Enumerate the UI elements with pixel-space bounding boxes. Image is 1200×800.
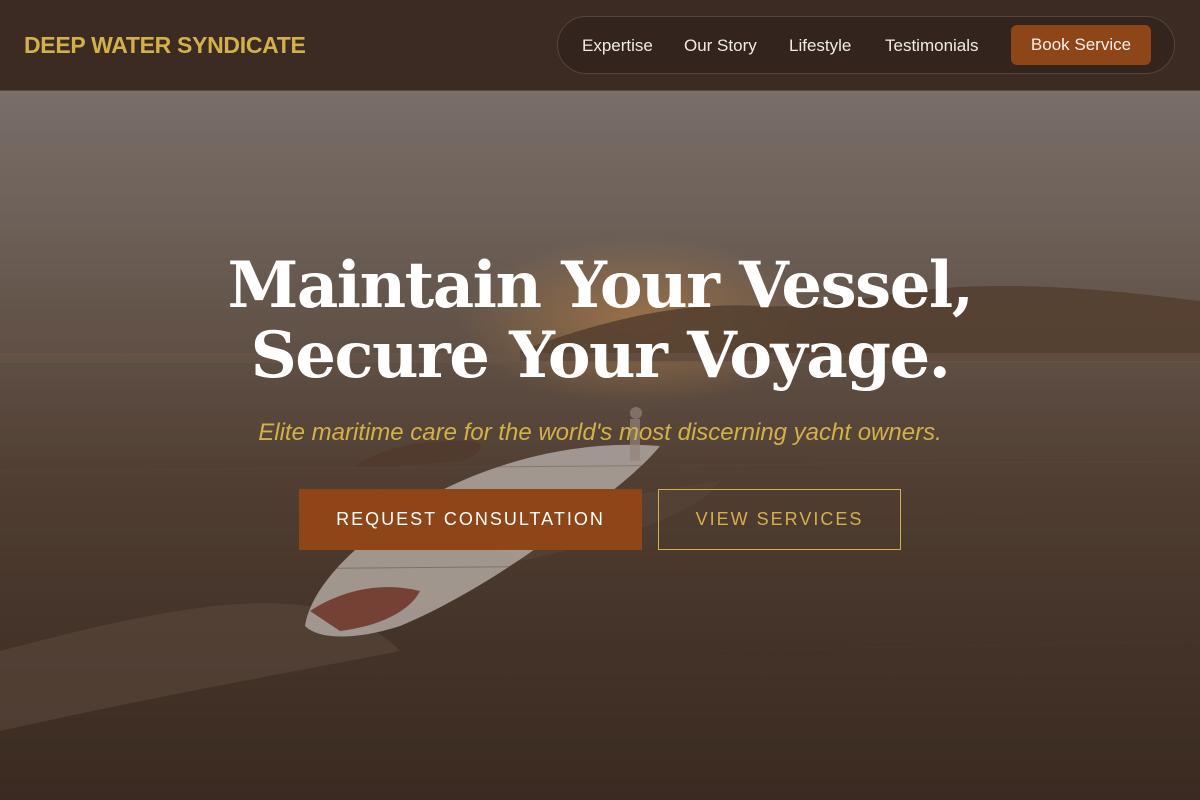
hero-title: Maintain Your Vessel, Secure Your Voyage… [0, 251, 1200, 391]
brand-logo[interactable]: DEEP WATER SYNDICATE [24, 31, 306, 59]
nav-link-expertise[interactable]: Expertise [582, 17, 653, 75]
view-services-button[interactable]: VIEW SERVICES [658, 489, 901, 550]
hero-title-line-1: Maintain Your Vessel, [227, 248, 974, 323]
site-header: DEEP WATER SYNDICATE Expertise Our Story… [0, 0, 1200, 91]
nav-link-lifestyle[interactable]: Lifestyle [789, 17, 851, 75]
hero-title-line-2: Secure Your Voyage. [250, 318, 951, 393]
main-nav: Expertise Our Story Lifestyle Testimonia… [557, 16, 1175, 74]
request-consultation-button[interactable]: REQUEST CONSULTATION [299, 489, 642, 550]
nav-link-our-story[interactable]: Our Story [684, 17, 757, 75]
nav-link-testimonials[interactable]: Testimonials [885, 17, 979, 75]
book-service-button[interactable]: Book Service [1011, 25, 1151, 65]
hero-section: Maintain Your Vessel, Secure Your Voyage… [0, 91, 1200, 800]
hero-subtitle: Elite maritime care for the world's most… [258, 419, 942, 446]
